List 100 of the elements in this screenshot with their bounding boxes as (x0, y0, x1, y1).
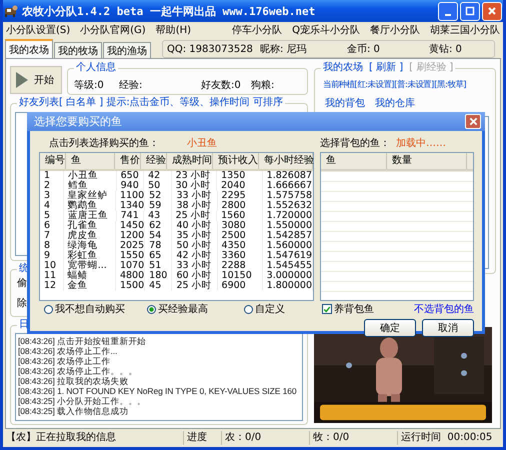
menu-item[interactable]: 餐厅小分队 (370, 23, 420, 37)
table-cell: 25 小时 (172, 281, 218, 291)
log-line: [08:43:26] 1. NOT FOUND KEY NoReg IN TYPE 0, KEY-VALUES SIZE 160 (18, 386, 296, 396)
table-cell: 3080 (218, 221, 263, 231)
table-cell: 40 小时 (172, 221, 218, 231)
pick-label: 点击列表选择购买的鱼： (49, 136, 159, 150)
farm-link[interactable]: 我的背包 (325, 96, 365, 110)
column-header[interactable]: 每小时经验 (259, 153, 313, 169)
bag-table[interactable]: 鱼 数量 (320, 152, 474, 301)
log-line: [08:43:26] 拉取我的农场失败 (18, 376, 128, 386)
account-field: QQ: 1983073528 (167, 44, 260, 54)
table-cell: 孔雀鱼 (64, 221, 116, 231)
table-cell: 1350 (217, 171, 263, 181)
menu-item[interactable]: 小分队官网(G) (80, 23, 146, 37)
table-cell: 42 小时 (172, 251, 218, 261)
table-cell: 54 (145, 231, 172, 241)
table-cell: 3360 (218, 251, 263, 261)
maximize-icon (465, 6, 475, 16)
group-title: 个人信息 (74, 62, 118, 74)
account-field: 黄钻: 0 (429, 42, 462, 56)
table-cell: 12 (40, 281, 64, 291)
column-header[interactable]: 鱼 (66, 153, 115, 169)
close-button[interactable] (482, 2, 502, 20)
tab[interactable]: 我的渔场 (103, 42, 151, 58)
column-header[interactable]: 经验 (141, 153, 167, 169)
table-cell: 62 (145, 221, 172, 231)
radio-button[interactable] (244, 304, 253, 314)
status-count: 牧：0/0 (309, 431, 395, 445)
table-cell: 金鱼 (64, 281, 116, 291)
log-line: [08:43:26] 农场停止工作 (18, 356, 110, 366)
status-label: 进度 (183, 431, 219, 445)
table-cell: 4350 (218, 241, 263, 251)
menu-item[interactable]: Q宠乐斗小分队 (292, 23, 360, 37)
radio-button[interactable] (147, 304, 156, 314)
minimize-button[interactable] (438, 2, 458, 20)
checkbox-option[interactable]: 养背包鱼 (322, 302, 374, 316)
log-line: [08:43:26] 农场停止工作。。。 (18, 366, 138, 376)
planting-text: 当前种植[红:未设置][普:未设置][黑:牧草] (322, 79, 468, 90)
table-cell: 绿海龟 (64, 241, 116, 251)
menu-item[interactable]: 帮助(H) (156, 23, 192, 37)
table-cell: 1.547619 (262, 251, 313, 261)
close-button[interactable] (465, 114, 481, 129)
window-title: 农牧小分队1.4.2 beta 一起牛网出品 www.176web.net (22, 4, 316, 18)
table-cell: 65 (145, 251, 172, 261)
loading-text: 加载中…… (396, 136, 446, 150)
table-cell: 6 (40, 221, 64, 231)
table-cell: 60 小时 (172, 271, 218, 281)
table-cell: 33 小时 (172, 261, 218, 271)
log-line: [08:43:25] 小分队开始工作。。。 (18, 396, 146, 406)
table-cell: 小丑鱼 (64, 171, 117, 181)
table-cell: 5 (40, 211, 64, 221)
menu-item[interactable]: 胡莱三国小分队 (430, 23, 500, 37)
cow-icon (4, 4, 18, 18)
maximize-button[interactable] (460, 2, 480, 20)
refresh-link[interactable]: [ 刷新 ] (369, 62, 404, 74)
radio-option[interactable]: 自定义 (244, 302, 285, 316)
group-title: 我的农场 (323, 62, 363, 74)
checkbox[interactable] (322, 304, 332, 314)
table-cell: 59 (145, 201, 172, 211)
radio-option[interactable]: 我不想自动购买 (44, 302, 125, 316)
column-header[interactable]: 编号 (40, 153, 66, 169)
table-cell: 23 小时 (172, 171, 218, 181)
table-cell: 42 (144, 171, 172, 181)
menu-item[interactable]: 停车小分队 (232, 23, 282, 37)
stat-label: 偷 (16, 277, 27, 290)
table-cell: 2 (40, 181, 64, 191)
table-cell: 彩虹鱼 (64, 251, 116, 261)
table-cell: 1070 (116, 261, 146, 271)
log-line: [08:43:26] 点击开始按钮重新开始 (18, 336, 146, 346)
deselect-link[interactable]: 不选背包的鱼 (414, 302, 474, 316)
fish-table[interactable] (39, 152, 314, 301)
menu-item[interactable]: 小分队设置(S) (6, 23, 70, 37)
info-field: 好友数:0 (201, 78, 251, 92)
table-cell: 25 小时 (172, 211, 218, 221)
play-icon (15, 71, 29, 89)
status-message: 【农】正在拉取我的信息 (5, 431, 117, 445)
radio-option[interactable]: 买经验最高 (147, 302, 208, 316)
table-cell: 1.552632 (262, 201, 313, 211)
start-button[interactable]: 开始 (10, 66, 62, 94)
table-cell: 1200 (116, 231, 146, 241)
dialog-button[interactable]: 取消 (422, 319, 474, 337)
table-cell: 50 小时 (172, 241, 218, 251)
table-cell: 2288 (218, 261, 263, 271)
column-header[interactable]: 预计收入 (213, 153, 259, 169)
close-icon (468, 117, 478, 126)
farm-link[interactable]: 我的仓库 (375, 96, 415, 110)
table-cell: 38 小时 (172, 201, 218, 211)
column-header[interactable]: 鱼 (321, 153, 387, 169)
tab[interactable]: 我的农场 (5, 39, 53, 58)
dialog-button[interactable]: 确定 (364, 319, 416, 337)
column-header[interactable]: 成熟时间 (167, 153, 213, 169)
table-cell: 10 (40, 261, 64, 271)
table-cell: 1.560000 (262, 241, 313, 251)
column-header[interactable]: 数量 (387, 153, 467, 169)
table-cell: 10150 (218, 271, 263, 281)
tab[interactable]: 我的牧场 (54, 42, 102, 58)
table-cell: 1450 (116, 221, 146, 231)
column-header[interactable]: 售价 (115, 153, 141, 169)
radio-button[interactable] (44, 304, 53, 314)
table-cell: 蝠鲼 (64, 271, 116, 281)
